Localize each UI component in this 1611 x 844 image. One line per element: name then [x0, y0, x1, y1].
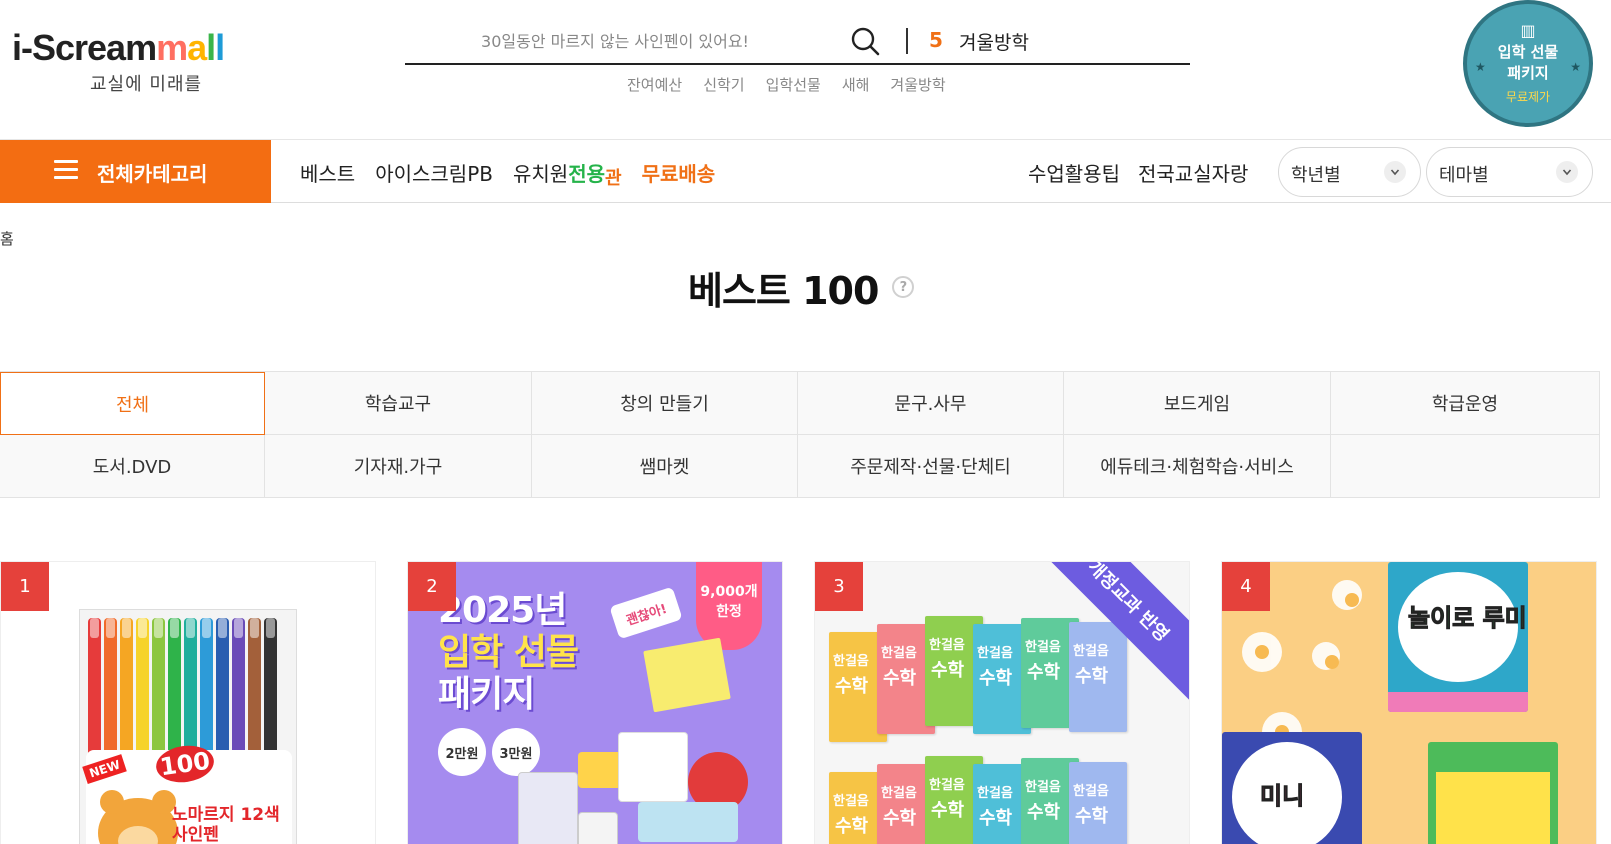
nav-left-menu: 베스트 아이스크림PB 유치원전용관 무료배송	[300, 158, 716, 189]
nav-kindergarten[interactable]: 유치원전용관	[513, 158, 622, 189]
nav-right-menu: 수업활용팁 전국교실자랑	[1028, 158, 1248, 187]
star-icon: ★	[1475, 60, 1486, 74]
page-title: 베스트 100	[688, 268, 879, 313]
promo-badge-sub: 무료제가	[1505, 90, 1551, 104]
rank-badge: 4	[1222, 562, 1270, 611]
nav-classroom-showcase[interactable]: 전국교실자랑	[1138, 158, 1248, 187]
theme-select-label: 테마별	[1439, 165, 1489, 186]
all-category-button[interactable]: 전체카테고리	[0, 140, 271, 203]
rank-badge: 2	[408, 562, 456, 611]
all-category-label: 전체카테고리	[97, 162, 208, 186]
limited-tag: 9,000개 한정	[696, 562, 762, 650]
category-tab[interactable]: 에듀테크·체험학습·서비스	[1064, 435, 1331, 498]
category-tab[interactable]: 기자재.가구	[265, 435, 532, 498]
category-tab[interactable]: 학습교구	[265, 372, 532, 435]
keyword-link[interactable]: 잔여예산	[627, 74, 682, 95]
search-input[interactable]	[405, 28, 825, 54]
nav-class-tips[interactable]: 수업활용팁	[1028, 158, 1120, 187]
keyword-link[interactable]: 신학기	[703, 74, 744, 95]
keyword-link[interactable]: 새해	[842, 74, 870, 95]
search-bar: 5 겨울방학	[405, 20, 1190, 65]
popular-keywords: 잔여예산 신학기 입학선물 새해 겨울방학	[627, 74, 946, 95]
trending-rank: 5	[929, 28, 943, 52]
product-image	[518, 732, 768, 844]
search-icon[interactable]	[850, 26, 880, 56]
category-tab[interactable]: 문구.사무	[798, 372, 1064, 435]
product-image: NEW 100 노마르지 12색 사인펜	[79, 609, 297, 844]
hamburger-icon	[54, 160, 78, 180]
promo-badge-title: 입학 선물 패키지	[1497, 43, 1559, 82]
logo-wordmark: i-Screammall	[12, 27, 225, 68]
keyword-link[interactable]: 입학선물	[766, 74, 821, 95]
category-tab[interactable]: 보드게임	[1064, 372, 1331, 435]
logo-tagline: 교실에 미래를	[90, 74, 203, 95]
nav-free-shipping[interactable]: 무료배송	[642, 158, 716, 187]
rank-badge: 3	[815, 562, 863, 611]
trending-keyword[interactable]: 겨울방학	[959, 28, 1029, 55]
breadcrumb[interactable]: 홈	[0, 228, 14, 249]
search-divider	[906, 28, 908, 54]
site-logo[interactable]: i-Screammall 교실에 미래를	[12, 26, 282, 106]
promo-badge[interactable]: ★ ★ ▥ 입학 선물 패키지 무료제가	[1463, 0, 1593, 127]
nav-pb[interactable]: 아이스크림PB	[375, 158, 493, 187]
rank-badge: 1	[1, 562, 49, 611]
product-image-title: 2025년 입학 선물 패키지	[438, 590, 579, 715]
category-tab-all[interactable]: 전체	[0, 372, 265, 435]
keyword-link[interactable]: 겨울방학	[890, 74, 945, 95]
product-image: 놀이로 루미	[1388, 562, 1528, 712]
nav-best[interactable]: 베스트	[300, 158, 355, 187]
category-tabs: 전체 학습교구 창의 만들기 문구.사무 보드게임 학급운영 도서.DVD 기자…	[0, 371, 1600, 498]
star-icon: ★	[1570, 60, 1581, 74]
grade-select-label: 학년별	[1291, 165, 1341, 186]
category-tab[interactable]: 쌤마켓	[532, 435, 798, 498]
main-nav: 전체카테고리 베스트 아이스크림PB 유치원전용관 무료배송 수업활용팁 전국교…	[0, 139, 1611, 203]
chevron-down-icon	[1556, 161, 1578, 183]
product-card[interactable]: 4 놀이로 루미 미니	[1221, 561, 1597, 844]
grade-select[interactable]: 학년별	[1278, 147, 1421, 197]
chevron-down-icon	[1384, 161, 1406, 183]
product-card[interactable]: 1 NEW 100 노마르지 12색 사인펜	[0, 561, 376, 844]
page-title-row: 베스트 100 ?	[688, 262, 915, 313]
theme-select[interactable]: 테마별	[1426, 147, 1593, 197]
category-tab[interactable]: 도서.DVD	[0, 435, 265, 498]
help-icon[interactable]: ?	[892, 276, 915, 298]
category-tab[interactable]: 창의 만들기	[532, 372, 798, 435]
gift-icon: ▥	[1520, 21, 1536, 40]
product-card[interactable]: 3 한걸음 수학 한걸음 수학 한걸음 수학 한걸음 수학 한걸음 수학 한걸음 수학 한걸…	[814, 561, 1190, 844]
category-tab[interactable]: 학급운영	[1331, 372, 1600, 435]
category-tab[interactable]: 주문제작·선물·단체티	[798, 435, 1064, 498]
product-card[interactable]: 2 2025년 입학 선물 패키지 9,000개 한정 괜찮아! 2만원 3만원	[407, 561, 783, 844]
category-tab-empty	[1331, 435, 1600, 498]
